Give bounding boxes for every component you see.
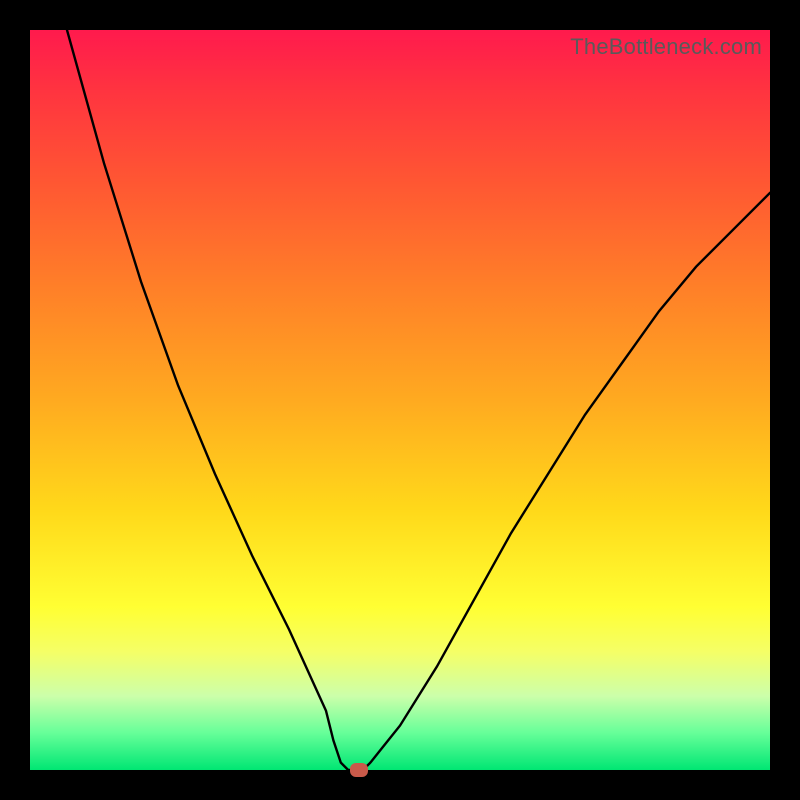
curve-path: [67, 30, 770, 770]
chart-frame: TheBottleneck.com: [0, 0, 800, 800]
plot-area: TheBottleneck.com: [30, 30, 770, 770]
bottleneck-curve: [30, 30, 770, 770]
optimal-point-marker: [350, 763, 368, 777]
